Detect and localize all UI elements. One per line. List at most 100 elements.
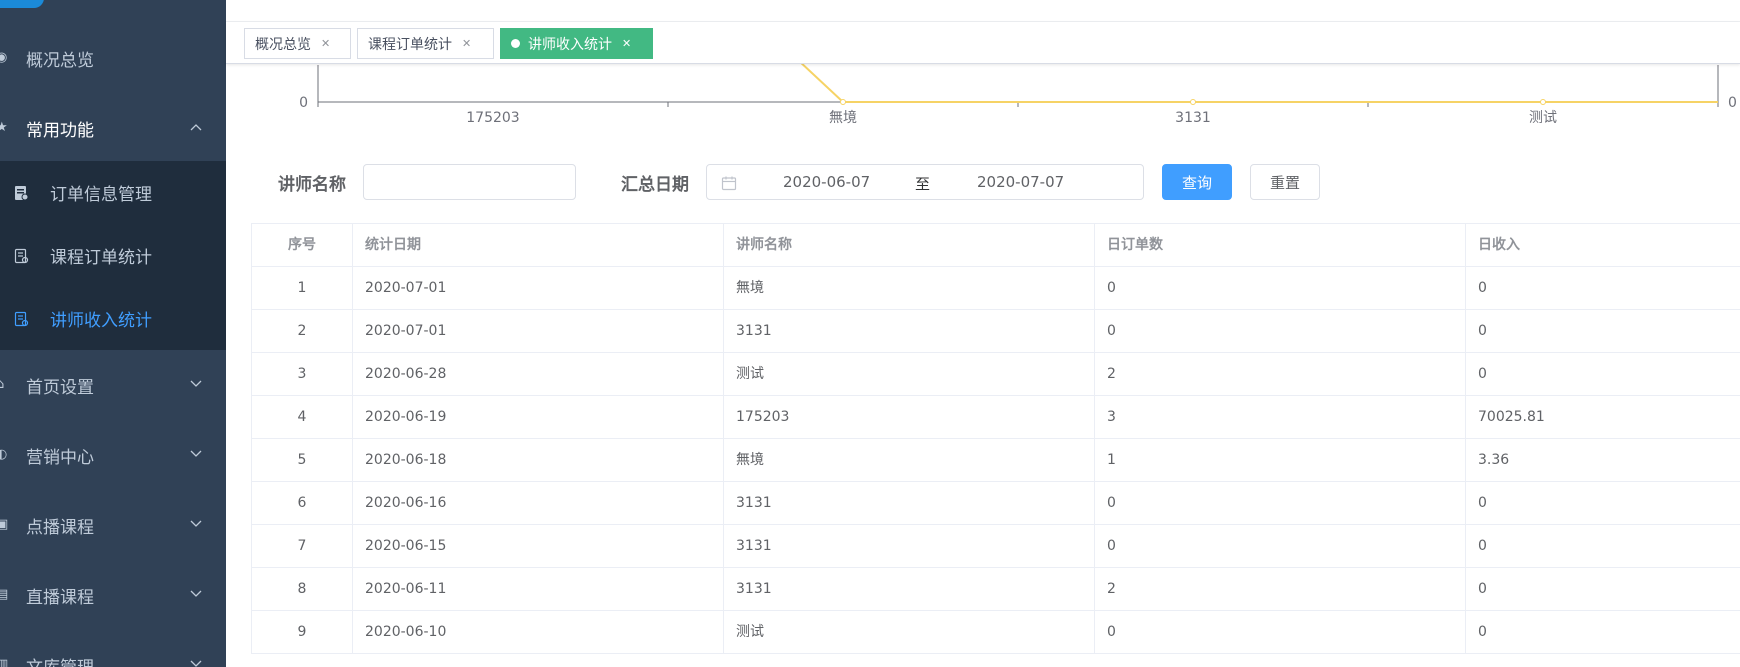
summary-date-label: 汇总日期 <box>621 175 689 195</box>
cell-date: 2020-06-11 <box>353 568 724 611</box>
cell-index: 6 <box>252 482 353 525</box>
top-navbar <box>226 0 1740 22</box>
column-header-orders[interactable]: 日订单数 <box>1095 224 1466 267</box>
cell-income: 0 <box>1478 581 1487 597</box>
table-row[interactable]: 3 2020-06-28 测试 2 0 <box>252 353 1740 396</box>
tag-teacher-income-stats[interactable]: 讲师收入统计 ✕ <box>500 28 653 59</box>
column-header-teacher[interactable]: 讲师名称 <box>724 224 1095 267</box>
cell-teacher: 3131 <box>724 310 1095 353</box>
cell-orders: 0 <box>1095 482 1466 525</box>
tag-course-order-stats[interactable]: 课程订单统计 ✕ <box>357 28 494 59</box>
cell-income: 70025.81 <box>1478 409 1545 425</box>
chevron-down-icon <box>190 590 202 600</box>
sidebar-item-label: 讲师收入统计 <box>50 311 152 331</box>
date-range-separator: 至 <box>915 175 931 193</box>
cell-teacher: 無境 <box>724 439 1095 482</box>
tag-label: 讲师收入统计 <box>528 36 612 53</box>
x-tick-label: 3131 <box>1175 110 1211 126</box>
table-header-row: 序号 统计日期 讲师名称 日订单数 日收入 <box>252 224 1740 267</box>
sidebar-item-label: 订单信息管理 <box>50 185 152 205</box>
cell-orders: 0 <box>1095 267 1466 310</box>
reset-button[interactable]: 重置 <box>1250 164 1320 200</box>
cell-income: 0 <box>1478 280 1487 296</box>
submenu-common: 订单信息管理 课程订单统计 讲师收入统计 <box>0 161 226 350</box>
table-row[interactable]: 5 2020-06-18 無境 1 3.36 <box>252 439 1740 482</box>
cell-date: 2020-07-01 <box>353 267 724 310</box>
main-content: 概况总览 ✕ 课程订单统计 ✕ 讲师收入统计 ✕ 0 0 175203 無境 313… <box>226 0 1740 667</box>
sidebar-item-label: 营销中心 <box>26 447 94 468</box>
report-icon <box>13 311 29 327</box>
table-row[interactable]: 6 2020-06-16 3131 0 0 <box>252 482 1740 525</box>
sidebar-item-live-course[interactable]: ▤ 直播课程 <box>0 560 226 630</box>
sidebar-item-label: 常用功能 <box>26 120 94 141</box>
cell-orders: 0 <box>1095 525 1466 568</box>
query-button[interactable]: 查询 <box>1162 164 1232 200</box>
tag-label: 概况总览 <box>255 36 311 53</box>
sidebar-item-label: 直播课程 <box>26 587 94 608</box>
cell-date: 2020-06-16 <box>353 482 724 525</box>
sidebar-item-common[interactable]: ★ 常用功能 <box>0 93 226 163</box>
chevron-up-icon <box>190 123 202 133</box>
cell-teacher: 175203 <box>724 396 1095 439</box>
sidebar-item-overview[interactable]: ◉ 概况总览 <box>0 23 226 93</box>
table-row[interactable]: 8 2020-06-11 3131 2 0 <box>252 568 1740 611</box>
cell-index: 8 <box>252 568 353 611</box>
column-header-income[interactable]: 日收入 <box>1466 224 1740 267</box>
cell-index: 1 <box>252 267 353 310</box>
data-point[interactable] <box>840 99 846 105</box>
cell-index: 7 <box>252 525 353 568</box>
data-point[interactable] <box>1190 99 1196 105</box>
income-chart: 0 0 175203 無境 3131 测试 <box>226 59 1740 135</box>
cell-date: 2020-06-19 <box>353 396 724 439</box>
library-icon: ▥ <box>0 657 9 667</box>
sidebar-item-order-management[interactable]: 订单信息管理 <box>0 161 226 224</box>
tag-overview[interactable]: 概况总览 ✕ <box>244 28 351 59</box>
table-row[interactable]: 1 2020-07-01 無境 0 0 <box>252 267 1740 310</box>
sidebar-item-teacher-income-stats[interactable]: 讲师收入统计 <box>0 287 226 350</box>
chevron-down-icon <box>190 520 202 530</box>
sidebar-item-home-settings[interactable]: ⌂ 首页设置 <box>0 350 226 420</box>
cell-date: 2020-06-28 <box>353 353 724 396</box>
column-header-index[interactable]: 序号 <box>252 224 353 267</box>
order-icon <box>13 185 29 201</box>
column-header-date[interactable]: 统计日期 <box>353 224 724 267</box>
close-icon[interactable]: ✕ <box>321 37 330 50</box>
income-table: 序号 统计日期 讲师名称 日订单数 日收入 1 2020-07-01 無境 0 0 2 20… <box>251 223 1740 654</box>
chart-svg: 0 0 175203 無境 3131 测试 <box>299 59 1737 126</box>
logo <box>0 0 44 8</box>
cell-index: 3 <box>252 353 353 396</box>
cell-date: 2020-06-10 <box>353 611 724 654</box>
cell-orders: 2 <box>1095 568 1466 611</box>
date-range-picker[interactable]: 2020-06-07 至 2020-07-07 <box>706 164 1144 200</box>
table-row[interactable]: 2 2020-07-01 3131 0 0 <box>252 310 1740 353</box>
data-point[interactable] <box>1540 99 1546 105</box>
table-row[interactable]: 4 2020-06-19 175203 3 70025.81 <box>252 396 1740 439</box>
y-tick-left: 0 <box>299 95 308 111</box>
sidebar-item-course-order-stats[interactable]: 课程订单统计 <box>0 224 226 287</box>
cell-date: 2020-07-01 <box>353 310 724 353</box>
chevron-down-icon <box>190 450 202 460</box>
cell-teacher: 3131 <box>724 568 1095 611</box>
x-tick-label: 無境 <box>829 110 857 126</box>
report-icon <box>13 248 29 264</box>
y-tick-right: 0 <box>1728 95 1737 111</box>
sidebar-item-label: 点播课程 <box>26 517 94 538</box>
sidebar-item-label: 课程订单统计 <box>50 248 152 268</box>
teacher-name-input[interactable] <box>363 164 576 200</box>
close-icon[interactable]: ✕ <box>622 37 631 50</box>
cell-income: 0 <box>1478 495 1487 511</box>
cell-income: 0 <box>1478 366 1487 382</box>
x-tick-label: 测试 <box>1529 110 1557 126</box>
date-end-input[interactable]: 2020-07-07 <box>977 173 1064 191</box>
video-icon: ▣ <box>0 517 9 532</box>
close-icon[interactable]: ✕ <box>462 37 471 50</box>
date-start-input[interactable]: 2020-06-07 <box>783 173 870 191</box>
sidebar-item-vod-course[interactable]: ▣ 点播课程 <box>0 490 226 560</box>
table-row[interactable]: 7 2020-06-15 3131 0 0 <box>252 525 1740 568</box>
cell-index: 5 <box>252 439 353 482</box>
cell-index: 9 <box>252 611 353 654</box>
sidebar-item-marketing[interactable]: ◐ 营销中心 <box>0 420 226 490</box>
cell-teacher: 3131 <box>724 525 1095 568</box>
sidebar-item-library[interactable]: ▥ 文库管理 <box>0 630 226 667</box>
table-row[interactable]: 9 2020-06-10 测试 0 0 <box>252 611 1740 654</box>
